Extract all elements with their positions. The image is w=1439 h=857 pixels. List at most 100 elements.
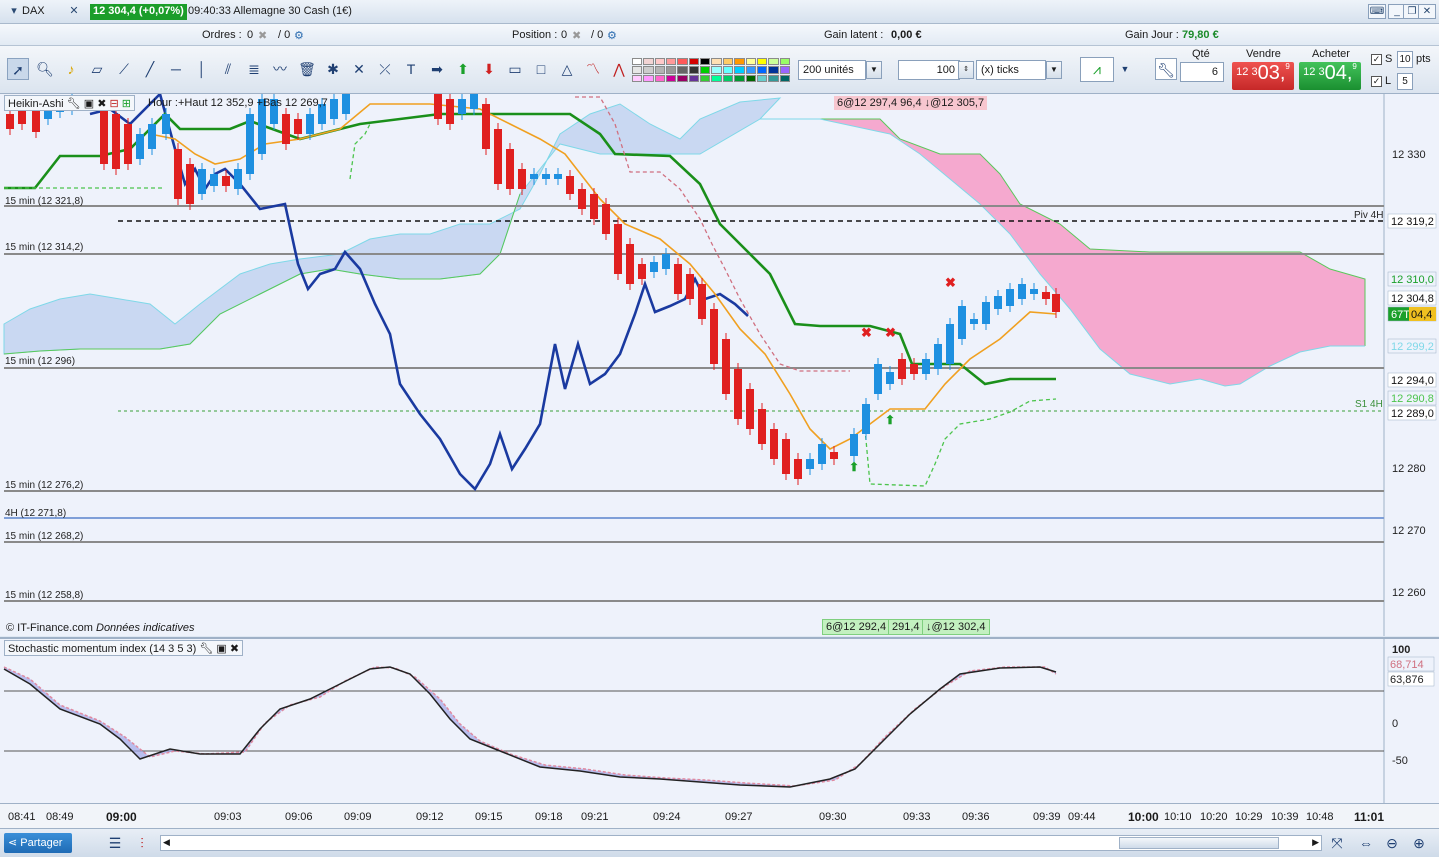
time-axis[interactable]: 08:41 08:49 09:00 09:03 09:06 09:09 09:12 09:15…: [0, 803, 1439, 828]
arrow-up-icon[interactable]: ⬆: [452, 58, 474, 80]
bottom-order-label-a[interactable]: 6@12 292,4: [822, 619, 891, 635]
arrow-down-icon[interactable]: ⬇: [478, 58, 500, 80]
color-swatch[interactable]: [722, 74, 734, 82]
color-swatch[interactable]: [666, 66, 677, 74]
color-swatch[interactable]: [756, 66, 768, 74]
ticks-input[interactable]: 100: [898, 60, 960, 80]
color-swatch[interactable]: [768, 58, 779, 66]
window-icon[interactable]: ▣: [84, 98, 94, 110]
tools-icon[interactable]: ✱: [322, 58, 344, 80]
stop-checkbox[interactable]: ✓: [1371, 54, 1382, 65]
wrench-icon[interactable]: 🔧︎: [67, 98, 81, 110]
alert-bell-icon[interactable]: ♪: [60, 58, 82, 80]
line-icon[interactable]: ╱: [139, 58, 161, 80]
horizontal-line-icon[interactable]: ─: [165, 58, 187, 80]
color-swatch[interactable]: [654, 66, 666, 74]
close-indicator-icon[interactable]: ✖: [230, 643, 239, 655]
ticks-unit-select[interactable]: (x) ticks: [976, 60, 1046, 80]
color-swatch[interactable]: [666, 58, 677, 66]
color-swatch[interactable]: [734, 74, 745, 82]
zoom-in-icon[interactable]: ⊕: [1410, 834, 1428, 852]
delete-icon[interactable]: 🗑︎: [296, 58, 318, 80]
oscillator-panel[interactable]: 100 0 -50 68,714 63,876 Stochastic momentum …: [0, 637, 1439, 803]
rotate-rect-icon[interactable]: ▭: [504, 58, 526, 80]
color-swatch[interactable]: [745, 58, 756, 66]
color-swatch[interactable]: [700, 58, 711, 66]
zoom-out-icon[interactable]: ⊖: [1383, 834, 1401, 852]
cross-line-icon[interactable]: ✕: [348, 58, 370, 80]
color-swatch[interactable]: [688, 74, 700, 82]
cursor-icon[interactable]: ➚: [7, 58, 29, 80]
color-swatch[interactable]: [779, 74, 790, 82]
stop-input[interactable]: 10: [1397, 51, 1413, 68]
close-icon[interactable]: ✕: [66, 4, 82, 18]
x-lines-icon[interactable]: ⤫: [374, 58, 396, 80]
orders-settings-icon[interactable]: ⚙: [294, 29, 304, 42]
wave-icon[interactable]: 〽: [582, 58, 604, 80]
rectangle-icon[interactable]: □: [530, 58, 552, 80]
scroll-right-icon[interactable]: ▶: [1312, 837, 1319, 848]
units-dropdown-icon[interactable]: ▼: [866, 61, 882, 79]
color-swatch[interactable]: [643, 58, 654, 66]
auto-trade-dropdown-icon[interactable]: ▼: [1114, 58, 1136, 80]
chevron-down-icon[interactable]: ▾: [6, 4, 22, 18]
color-swatch[interactable]: [700, 74, 711, 82]
color-swatch[interactable]: [711, 58, 722, 66]
color-swatch[interactable]: [643, 74, 654, 82]
limit-checkbox[interactable]: ✓: [1371, 76, 1382, 87]
color-swatch[interactable]: [745, 74, 756, 82]
candles-icon[interactable]: ⫶: [133, 834, 151, 852]
text-icon[interactable]: T: [400, 58, 422, 80]
close-indicator-icon[interactable]: ✖: [97, 98, 106, 110]
color-swatch[interactable]: [654, 74, 666, 82]
segment-icon[interactable]: ⟋: [113, 58, 135, 80]
list-icon[interactable]: ☰: [106, 834, 124, 852]
remove-icon[interactable]: ⊟: [109, 98, 118, 110]
color-swatch[interactable]: [677, 66, 688, 74]
oscillator-canvas[interactable]: 100 0 -50 68,714 63,876: [0, 639, 1439, 803]
chart-scrollbar[interactable]: ◀ ▶: [160, 835, 1322, 851]
instrument-name[interactable]: DAX: [22, 5, 45, 17]
buy-button[interactable]: 12 304,9: [1299, 62, 1361, 90]
color-swatch[interactable]: [756, 74, 768, 82]
harmonic-icon[interactable]: ⋀: [608, 58, 630, 80]
color-swatch[interactable]: [779, 66, 790, 74]
auto-scale-icon[interactable]: ⤧: [1328, 834, 1346, 852]
close-window-icon[interactable]: ✕: [1418, 4, 1436, 19]
color-swatch[interactable]: [734, 58, 745, 66]
sell-button[interactable]: 12 303,9: [1232, 62, 1294, 90]
color-swatch[interactable]: [768, 74, 779, 82]
color-swatch[interactable]: [711, 74, 722, 82]
add-icon[interactable]: ⊞: [122, 98, 131, 110]
color-swatch[interactable]: [734, 66, 745, 74]
top-order-label[interactable]: 6@12 297,4 96,4 ↓@12 305,7: [834, 96, 988, 110]
color-swatch[interactable]: [768, 66, 779, 74]
color-swatch[interactable]: [711, 66, 722, 74]
color-swatch[interactable]: [688, 66, 700, 74]
share-button[interactable]: ⋖ Partager: [4, 833, 72, 853]
limit-input[interactable]: 5: [1397, 73, 1413, 90]
fit-icon[interactable]: ⇔: [1357, 834, 1375, 852]
pattern-icon[interactable]: 〰: [269, 58, 291, 80]
triangle-icon[interactable]: △: [556, 58, 578, 80]
vertical-line-icon[interactable]: │: [191, 58, 213, 80]
color-swatch[interactable]: [677, 74, 688, 82]
scrollbar-thumb[interactable]: [1119, 837, 1279, 849]
window-icon[interactable]: ▣: [216, 643, 226, 655]
color-swatch[interactable]: [666, 74, 677, 82]
scroll-left-icon[interactable]: ◀: [163, 837, 170, 848]
color-swatch[interactable]: [632, 58, 643, 66]
price-chart-canvas[interactable]: 15 min (12 321,8) 15 min (12 314,2) 15 min…: [0, 88, 1439, 636]
wrench-icon[interactable]: 🔧︎: [199, 643, 213, 655]
wrench-icon[interactable]: 🔧︎: [1155, 58, 1177, 80]
color-swatch[interactable]: [756, 58, 768, 66]
units-select[interactable]: 200 unités: [798, 60, 866, 80]
color-swatch[interactable]: [643, 66, 654, 74]
ruler-icon[interactable]: ▱: [86, 58, 108, 80]
color-swatch[interactable]: [745, 66, 756, 74]
color-swatch[interactable]: [677, 58, 688, 66]
keyboard-icon[interactable]: ⌨: [1368, 4, 1386, 19]
cancel-orders-icon[interactable]: ✖: [258, 29, 267, 42]
zoom-icon[interactable]: 🔍︎: [34, 58, 56, 80]
color-swatch[interactable]: [632, 74, 643, 82]
